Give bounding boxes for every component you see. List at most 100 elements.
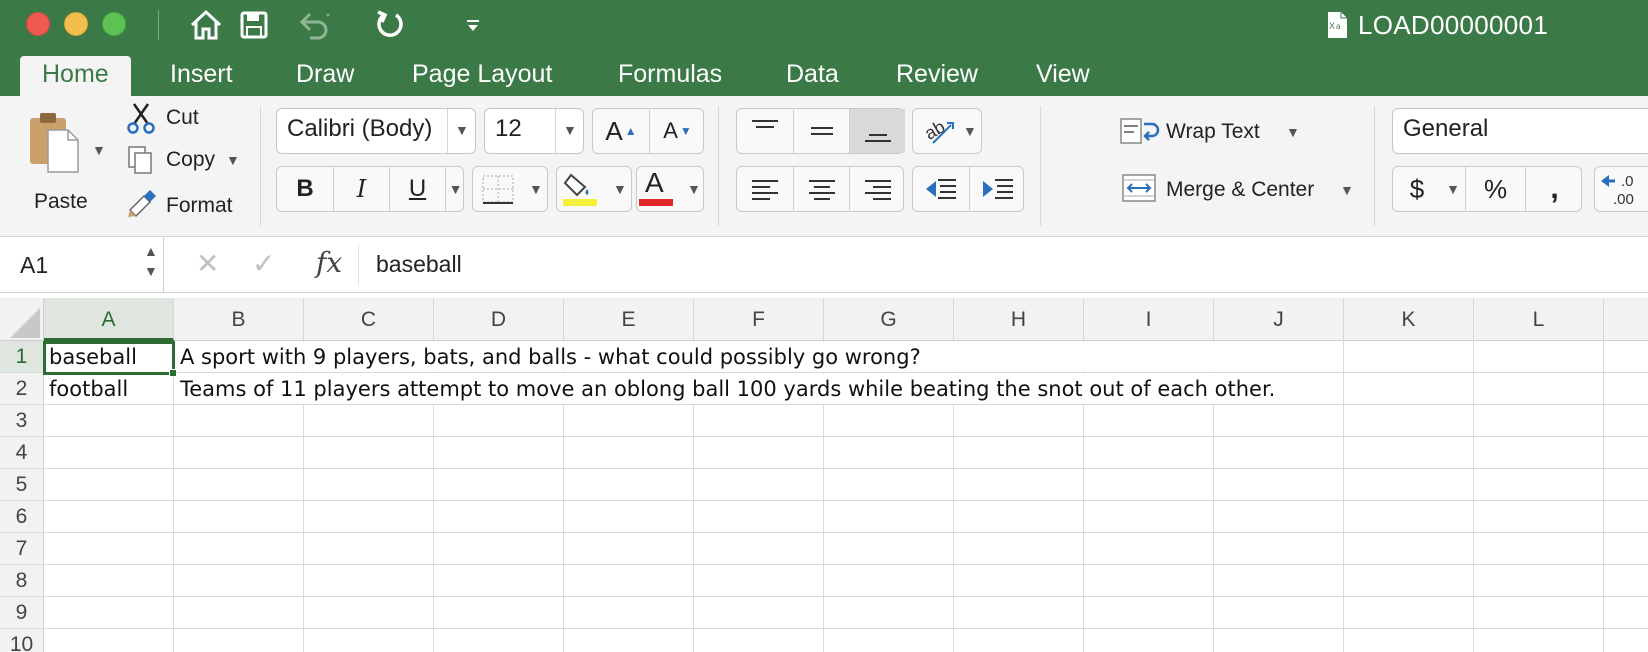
fill-color-button[interactable]: ▼ — [556, 166, 632, 212]
borders-dropdown-caret[interactable]: ▼ — [529, 181, 543, 197]
align-center-button[interactable] — [793, 167, 849, 211]
increase-font-size-button[interactable]: A ▲ — [593, 109, 649, 153]
format-painter-button[interactable]: Format — [126, 188, 246, 224]
customize-toolbar-icon[interactable] — [456, 8, 490, 42]
increase-indent-button[interactable] — [969, 167, 1025, 211]
wrap-text-icon — [1120, 118, 1160, 144]
column-header-l[interactable]: L — [1474, 298, 1604, 341]
column-header-a[interactable]: A — [44, 298, 174, 341]
column-header-b[interactable]: B — [174, 298, 304, 341]
fill-color-dropdown-caret[interactable]: ▼ — [613, 181, 627, 197]
cancel-entry-icon[interactable]: ✕ — [196, 247, 219, 280]
ribbon-tab-bar: Home Insert Draw Page Layout Formulas Da… — [0, 50, 1648, 96]
row-header-4[interactable]: 4 — [0, 437, 44, 469]
column-header-g[interactable]: G — [824, 298, 954, 341]
bold-button[interactable]: B — [277, 167, 333, 211]
align-middle-button[interactable] — [793, 109, 849, 153]
formula-bar-divider — [358, 245, 359, 285]
name-box-stepper-up-icon[interactable]: ▲ — [144, 243, 158, 259]
column-header-c[interactable]: C — [304, 298, 434, 341]
column-header-e[interactable]: E — [564, 298, 694, 341]
row-header-1[interactable]: 1 — [0, 341, 44, 373]
font-size-caret[interactable]: ▼ — [563, 122, 577, 138]
orientation-button[interactable]: ab ▼ — [912, 108, 982, 154]
currency-button[interactable]: $ — [1393, 167, 1441, 211]
number-format-select[interactable]: General — [1392, 108, 1648, 154]
tab-insert[interactable]: Insert — [148, 56, 255, 96]
align-left-button[interactable] — [737, 167, 793, 211]
align-right-button[interactable] — [849, 167, 905, 211]
maximize-window-button[interactable] — [102, 12, 126, 36]
column-header-f[interactable]: F — [694, 298, 824, 341]
cell-b2[interactable]: Teams of 11 players attempt to move an o… — [175, 374, 1275, 404]
copy-icon — [128, 146, 152, 174]
align-bottom-button[interactable] — [849, 109, 905, 153]
decrease-indent-button[interactable] — [913, 167, 969, 211]
font-color-dropdown-caret[interactable]: ▼ — [687, 181, 701, 197]
column-header-d[interactable]: D — [434, 298, 564, 341]
row-header-10[interactable]: 10 — [0, 629, 44, 652]
column-header-i[interactable]: I — [1084, 298, 1214, 341]
insert-function-icon[interactable]: fx — [316, 246, 342, 279]
tab-page-layout[interactable]: Page Layout — [390, 56, 574, 96]
paste-button[interactable]: ▼ Paste — [22, 110, 112, 220]
home-icon[interactable] — [188, 8, 224, 42]
currency-dropdown-caret[interactable]: ▼ — [1441, 167, 1465, 211]
cut-button[interactable]: Cut — [126, 102, 236, 138]
underline-button[interactable]: U — [389, 167, 445, 211]
increase-decimal-button[interactable]: .0 .00 — [1594, 166, 1648, 212]
close-window-button[interactable] — [26, 12, 50, 36]
font-color-button[interactable]: A ▼ — [636, 166, 704, 212]
font-size-select[interactable]: 12 ▼ — [484, 108, 584, 154]
formula-input[interactable]: baseball — [376, 251, 462, 278]
name-box[interactable]: A1 ▲ ▼ — [0, 237, 164, 293]
select-all-button[interactable] — [0, 298, 44, 341]
row-header-3[interactable]: 3 — [0, 405, 44, 437]
align-top-icon — [752, 120, 778, 128]
font-family-caret[interactable]: ▼ — [455, 122, 469, 138]
merge-center-dropdown-caret[interactable]: ▼ — [1340, 182, 1354, 198]
decrease-font-size-button[interactable]: A ▼ — [649, 109, 705, 153]
confirm-entry-icon[interactable]: ✓ — [252, 247, 275, 280]
wrap-text-dropdown-caret[interactable]: ▼ — [1286, 124, 1300, 140]
row-header-9[interactable]: 9 — [0, 597, 44, 629]
column-header-j[interactable]: J — [1214, 298, 1344, 341]
row-header-6[interactable]: 6 — [0, 501, 44, 533]
comma-style-button[interactable]: , — [1525, 167, 1583, 211]
row-header-8[interactable]: 8 — [0, 565, 44, 597]
redo-icon[interactable] — [372, 8, 408, 42]
copy-button[interactable]: Copy ▼ — [126, 144, 246, 180]
percent-button[interactable]: % — [1465, 167, 1525, 211]
tab-view[interactable]: View — [1014, 56, 1112, 96]
borders-button[interactable]: ▼ — [472, 166, 548, 212]
cell-a2[interactable]: football — [44, 373, 174, 405]
row-header-2[interactable]: 2 — [0, 373, 44, 405]
save-icon[interactable] — [236, 8, 272, 42]
undo-icon[interactable] — [296, 8, 332, 42]
tab-formulas[interactable]: Formulas — [596, 56, 744, 96]
format-label: Format — [166, 194, 233, 217]
italic-button[interactable]: I — [333, 167, 389, 211]
paste-dropdown-caret[interactable]: ▼ — [92, 142, 106, 158]
orientation-dropdown-caret[interactable]: ▼ — [963, 123, 977, 139]
row-header-5[interactable]: 5 — [0, 469, 44, 501]
tab-home[interactable]: Home — [20, 56, 131, 96]
tab-draw[interactable]: Draw — [274, 56, 376, 96]
column-header-k[interactable]: K — [1344, 298, 1474, 341]
wrap-text-button[interactable]: Wrap Text ▼ — [1118, 112, 1300, 152]
align-middle-icon — [810, 127, 833, 135]
name-box-stepper-down-icon[interactable]: ▼ — [144, 263, 158, 279]
fill-handle[interactable] — [169, 369, 177, 377]
column-header-h[interactable]: H — [954, 298, 1084, 341]
underline-dropdown-caret[interactable]: ▼ — [445, 167, 465, 211]
align-top-button[interactable] — [737, 109, 793, 153]
merge-center-button[interactable]: Merge & Center ▼ — [1118, 170, 1358, 210]
divider — [447, 109, 448, 153]
row-header-7[interactable]: 7 — [0, 533, 44, 565]
tab-review[interactable]: Review — [874, 56, 1000, 96]
copy-dropdown-caret[interactable]: ▼ — [226, 152, 240, 168]
cell-b1[interactable]: A sport with 9 players, bats, and balls … — [175, 342, 1219, 372]
font-family-select[interactable]: Calibri (Body) ▼ — [276, 108, 476, 154]
minimize-window-button[interactable] — [64, 12, 88, 36]
tab-data[interactable]: Data — [764, 56, 861, 96]
